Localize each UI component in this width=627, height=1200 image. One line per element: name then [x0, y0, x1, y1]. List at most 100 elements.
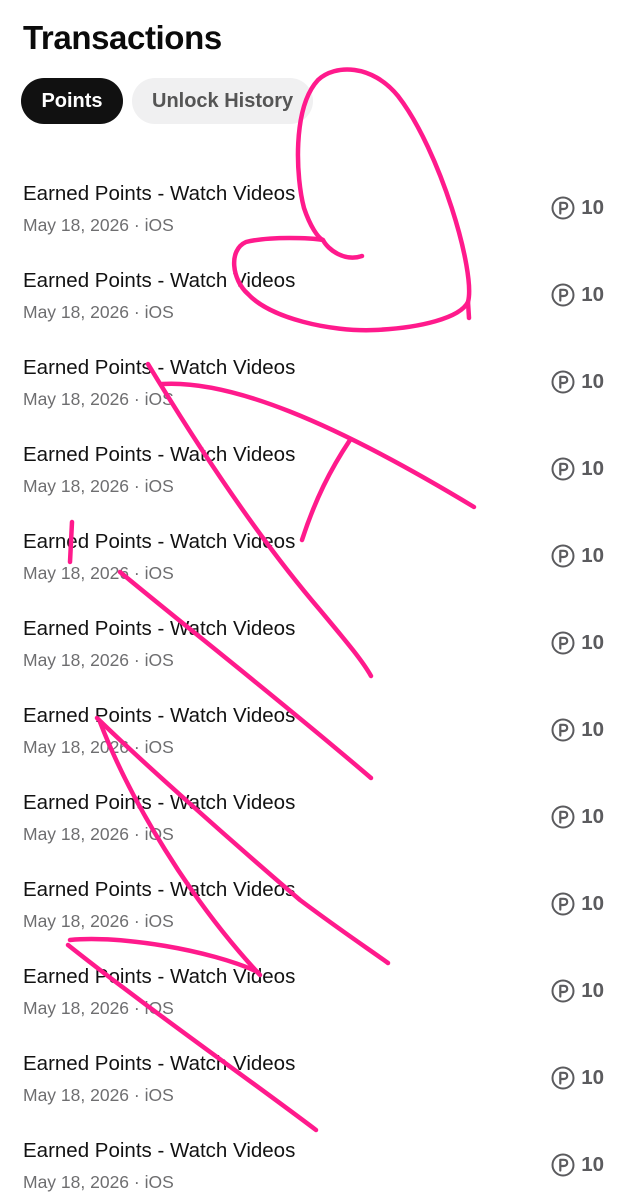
points-coin-icon — [551, 718, 575, 742]
points-coin-icon — [551, 1066, 575, 1090]
transaction-row[interactable]: Earned Points - Watch Videos May 18, 2026… — [0, 326, 627, 413]
subtitle-separator: · — [129, 1172, 145, 1192]
points-coin-icon — [551, 544, 575, 568]
transaction-title: Earned Points - Watch Videos — [23, 1052, 296, 1075]
points-coin-icon — [551, 1153, 575, 1177]
transaction-date: May 18, 2026 — [23, 1085, 130, 1105]
transaction-row[interactable]: Earned Points - Watch Videos May 18, 2026… — [0, 500, 627, 587]
transaction-amount: 10 — [551, 805, 604, 829]
transaction-row[interactable]: Earned Points - Watch Videos May 18, 2026… — [0, 935, 627, 1022]
subtitle-separator: · — [129, 824, 145, 844]
subtitle-separator: · — [129, 998, 145, 1018]
transaction-amount: 10 — [551, 283, 604, 307]
subtitle-separator: · — [129, 911, 145, 931]
points-coin-icon — [551, 457, 575, 481]
transaction-date: May 18, 2026 — [23, 998, 130, 1018]
transaction-title: Earned Points - Watch Videos — [23, 791, 296, 814]
transaction-subtitle: May 18, 2026 · iOS — [23, 214, 174, 236]
subtitle-separator: · — [129, 1085, 145, 1105]
points-coin-icon — [551, 979, 575, 1003]
transaction-title: Earned Points - Watch Videos — [23, 530, 296, 553]
transaction-row[interactable]: Earned Points - Watch Videos May 18, 2026… — [0, 239, 627, 326]
transaction-title: Earned Points - Watch Videos — [23, 443, 296, 466]
transaction-row[interactable]: Earned Points - Watch Videos May 18, 2026… — [0, 674, 627, 761]
transaction-subtitle: May 18, 2026 · iOS — [23, 388, 174, 410]
points-coin-icon — [551, 370, 575, 394]
transaction-subtitle: May 18, 2026 · iOS — [23, 649, 174, 671]
amount-value: 10 — [581, 631, 604, 654]
transaction-row[interactable]: Earned Points - Watch Videos May 18, 2026… — [0, 587, 627, 674]
transaction-platform: iOS — [144, 737, 174, 757]
transaction-platform: iOS — [144, 911, 174, 931]
transaction-title: Earned Points - Watch Videos — [23, 182, 296, 205]
transaction-amount: 10 — [551, 370, 604, 394]
transaction-row[interactable]: Earned Points - Watch Videos May 18, 2026… — [0, 413, 627, 500]
subtitle-separator: · — [129, 389, 145, 409]
transaction-platform: iOS — [144, 824, 174, 844]
transaction-date: May 18, 2026 — [23, 215, 130, 235]
subtitle-separator: · — [129, 563, 145, 583]
transaction-date: May 18, 2026 — [23, 911, 130, 931]
transaction-platform: iOS — [144, 389, 174, 409]
amount-value: 10 — [581, 979, 604, 1002]
subtitle-separator: · — [129, 302, 145, 322]
points-coin-icon — [551, 283, 575, 307]
transaction-subtitle: May 18, 2026 · iOS — [23, 823, 174, 845]
transaction-platform: iOS — [144, 476, 174, 496]
transaction-list: Earned Points - Watch Videos May 18, 2026… — [0, 152, 627, 1196]
transaction-subtitle: May 18, 2026 · iOS — [23, 997, 174, 1019]
tab-points[interactable]: Points — [21, 78, 123, 124]
transaction-subtitle: May 18, 2026 · iOS — [23, 475, 174, 497]
subtitle-separator: · — [129, 737, 145, 757]
transaction-amount: 10 — [551, 1153, 604, 1177]
tab-unlock-history[interactable]: Unlock History — [132, 78, 314, 124]
transaction-subtitle: May 18, 2026 · iOS — [23, 562, 174, 584]
page-title: Transactions — [23, 19, 222, 56]
transaction-title: Earned Points - Watch Videos — [23, 1139, 296, 1162]
transaction-subtitle: May 18, 2026 · iOS — [23, 910, 174, 932]
transaction-amount: 10 — [551, 544, 604, 568]
amount-value: 10 — [581, 196, 604, 219]
transaction-amount: 10 — [551, 979, 604, 1003]
transaction-amount: 10 — [551, 1066, 604, 1090]
transaction-platform: iOS — [144, 650, 174, 670]
transaction-title: Earned Points - Watch Videos — [23, 704, 296, 727]
transaction-title: Earned Points - Watch Videos — [23, 617, 296, 640]
subtitle-separator: · — [129, 215, 145, 235]
transaction-row[interactable]: Earned Points - Watch Videos May 18, 2026… — [0, 1109, 627, 1196]
transaction-date: May 18, 2026 — [23, 737, 130, 757]
points-coin-icon — [551, 805, 575, 829]
amount-value: 10 — [581, 1066, 604, 1089]
transaction-amount: 10 — [551, 196, 604, 220]
transaction-platform: iOS — [144, 1172, 174, 1192]
transaction-amount: 10 — [551, 892, 604, 916]
transaction-platform: iOS — [144, 215, 174, 235]
amount-value: 10 — [581, 544, 604, 567]
amount-value: 10 — [581, 370, 604, 393]
transaction-row[interactable]: Earned Points - Watch Videos May 18, 2026… — [0, 848, 627, 935]
points-coin-icon — [551, 196, 575, 220]
transaction-date: May 18, 2026 — [23, 389, 130, 409]
transaction-date: May 18, 2026 — [23, 563, 130, 583]
amount-value: 10 — [581, 457, 604, 480]
transaction-row[interactable]: Earned Points - Watch Videos May 18, 2026… — [0, 1022, 627, 1109]
amount-value: 10 — [581, 718, 604, 741]
transaction-date: May 18, 2026 — [23, 302, 130, 322]
transaction-title: Earned Points - Watch Videos — [23, 356, 296, 379]
transaction-platform: iOS — [144, 998, 174, 1018]
transaction-subtitle: May 18, 2026 · iOS — [23, 736, 174, 758]
transaction-date: May 18, 2026 — [23, 476, 130, 496]
transaction-subtitle: May 18, 2026 · iOS — [23, 301, 174, 323]
amount-value: 10 — [581, 805, 604, 828]
transaction-subtitle: May 18, 2026 · iOS — [23, 1171, 174, 1193]
transaction-subtitle: May 18, 2026 · iOS — [23, 1084, 174, 1106]
points-coin-icon — [551, 631, 575, 655]
transaction-amount: 10 — [551, 718, 604, 742]
transaction-row[interactable]: Earned Points - Watch Videos May 18, 2026… — [0, 761, 627, 848]
transaction-platform: iOS — [144, 302, 174, 322]
points-coin-icon — [551, 892, 575, 916]
transaction-date: May 18, 2026 — [23, 650, 130, 670]
transaction-row[interactable]: Earned Points - Watch Videos May 18, 2026… — [0, 152, 627, 239]
transaction-platform: iOS — [144, 563, 174, 583]
transaction-date: May 18, 2026 — [23, 824, 130, 844]
